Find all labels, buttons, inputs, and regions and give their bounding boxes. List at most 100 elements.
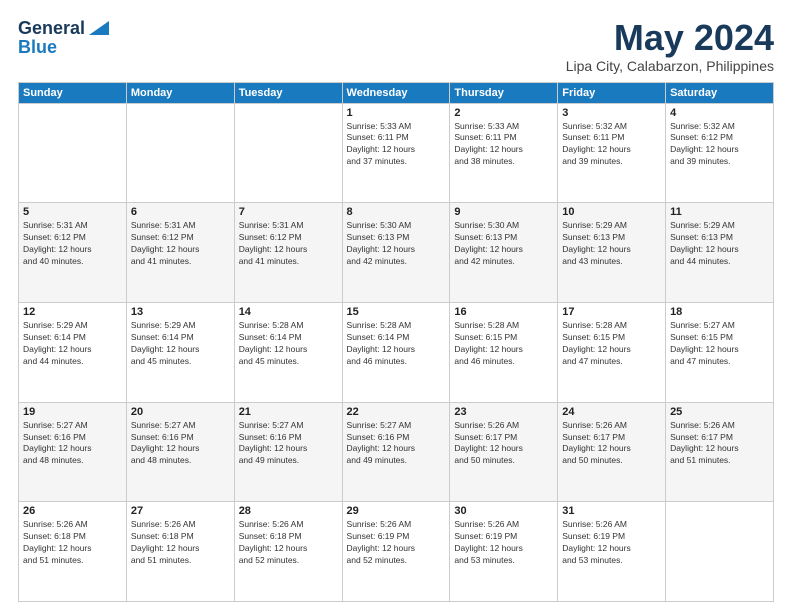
table-row: 19 Sunrise: 5:27 AMSunset: 6:16 PMDayligh… — [19, 402, 127, 502]
day-number: 23 — [454, 406, 553, 418]
header-tuesday: Tuesday — [234, 82, 342, 103]
day-info: Sunrise: 5:26 AMSunset: 6:17 PMDaylight:… — [562, 420, 661, 468]
table-row — [19, 103, 127, 203]
day-info: Sunrise: 5:26 AMSunset: 6:17 PMDaylight:… — [454, 420, 553, 468]
header-friday: Friday — [558, 82, 666, 103]
table-row: 6 Sunrise: 5:31 AMSunset: 6:12 PMDaylight… — [126, 203, 234, 303]
day-number: 9 — [454, 206, 553, 218]
table-row: 26 Sunrise: 5:26 AMSunset: 6:18 PMDayligh… — [19, 502, 127, 602]
day-number: 28 — [239, 505, 338, 517]
day-info: Sunrise: 5:28 AMSunset: 6:15 PMDaylight:… — [454, 320, 553, 368]
table-row: 31Sunrise: 5:26 AMSunset: 6:19 PMDayligh… — [558, 502, 666, 602]
day-number: 29 — [347, 505, 446, 517]
table-row: 21 Sunrise: 5:27 AMSunset: 6:16 PMDayligh… — [234, 402, 342, 502]
day-number: 2 — [454, 107, 553, 119]
table-row: 18 Sunrise: 5:27 AMSunset: 6:15 PMDayligh… — [666, 302, 774, 402]
day-info: Sunrise: 5:32 AMSunset: 6:11 PMDaylight:… — [562, 121, 661, 169]
day-number: 11 — [670, 206, 769, 218]
day-info: Sunrise: 5:26 AMSunset: 6:18 PMDaylight:… — [239, 519, 338, 567]
day-number: 15 — [347, 306, 446, 318]
day-number: 21 — [239, 406, 338, 418]
table-row: 10Sunrise: 5:29 AMSunset: 6:13 PMDayligh… — [558, 203, 666, 303]
header-wednesday: Wednesday — [342, 82, 450, 103]
day-info: Sunrise: 5:26 AMSunset: 6:18 PMDaylight:… — [23, 519, 122, 567]
table-row — [234, 103, 342, 203]
title-area: May 2024 Lipa City, Calabarzon, Philippi… — [566, 18, 774, 74]
day-info: Sunrise: 5:29 AMSunset: 6:14 PMDaylight:… — [23, 320, 122, 368]
day-info: Sunrise: 5:27 AMSunset: 6:16 PMDaylight:… — [23, 420, 122, 468]
table-row: 13 Sunrise: 5:29 AMSunset: 6:14 PMDayligh… — [126, 302, 234, 402]
calendar-header-row: Sunday Monday Tuesday Wednesday Thursday… — [19, 82, 774, 103]
table-row: 11 Sunrise: 5:29 AMSunset: 6:13 PMDayligh… — [666, 203, 774, 303]
day-number: 8 — [347, 206, 446, 218]
logo-general: General — [18, 18, 85, 39]
calendar-week-5: 26 Sunrise: 5:26 AMSunset: 6:18 PMDayligh… — [19, 502, 774, 602]
day-number: 13 — [131, 306, 230, 318]
header-monday: Monday — [126, 82, 234, 103]
table-row: 20Sunrise: 5:27 AMSunset: 6:16 PMDayligh… — [126, 402, 234, 502]
day-info: Sunrise: 5:31 AMSunset: 6:12 PMDaylight:… — [131, 220, 230, 268]
table-row: 24 Sunrise: 5:26 AMSunset: 6:17 PMDayligh… — [558, 402, 666, 502]
day-number: 24 — [562, 406, 661, 418]
day-number: 6 — [131, 206, 230, 218]
calendar-table: Sunday Monday Tuesday Wednesday Thursday… — [18, 82, 774, 602]
calendar-week-1: 1 Sunrise: 5:33 AMSunset: 6:11 PMDaylight… — [19, 103, 774, 203]
day-number: 20 — [131, 406, 230, 418]
table-row: 8 Sunrise: 5:30 AMSunset: 6:13 PMDaylight… — [342, 203, 450, 303]
day-info: Sunrise: 5:27 AMSunset: 6:15 PMDaylight:… — [670, 320, 769, 368]
day-info: Sunrise: 5:29 AMSunset: 6:13 PMDaylight:… — [670, 220, 769, 268]
day-info: Sunrise: 5:27 AMSunset: 6:16 PMDaylight:… — [239, 420, 338, 468]
day-number: 1 — [347, 107, 446, 119]
logo-triangle-icon — [87, 21, 109, 37]
day-number: 25 — [670, 406, 769, 418]
table-row: 7Sunrise: 5:31 AMSunset: 6:12 PMDaylight… — [234, 203, 342, 303]
day-info: Sunrise: 5:31 AMSunset: 6:12 PMDaylight:… — [23, 220, 122, 268]
day-number: 26 — [23, 505, 122, 517]
day-info: Sunrise: 5:26 AMSunset: 6:19 PMDaylight:… — [454, 519, 553, 567]
day-info: Sunrise: 5:26 AMSunset: 6:19 PMDaylight:… — [347, 519, 446, 567]
day-number: 27 — [131, 505, 230, 517]
day-info: Sunrise: 5:26 AMSunset: 6:18 PMDaylight:… — [131, 519, 230, 567]
table-row: 1 Sunrise: 5:33 AMSunset: 6:11 PMDaylight… — [342, 103, 450, 203]
day-info: Sunrise: 5:33 AMSunset: 6:11 PMDaylight:… — [454, 121, 553, 169]
table-row: 15Sunrise: 5:28 AMSunset: 6:14 PMDayligh… — [342, 302, 450, 402]
day-info: Sunrise: 5:28 AMSunset: 6:14 PMDaylight:… — [239, 320, 338, 368]
table-row: 5 Sunrise: 5:31 AMSunset: 6:12 PMDaylight… — [19, 203, 127, 303]
day-info: Sunrise: 5:30 AMSunset: 6:13 PMDaylight:… — [347, 220, 446, 268]
day-number: 30 — [454, 505, 553, 517]
header-thursday: Thursday — [450, 82, 558, 103]
table-row: 30 Sunrise: 5:26 AMSunset: 6:19 PMDayligh… — [450, 502, 558, 602]
table-row: 4Sunrise: 5:32 AMSunset: 6:12 PMDaylight… — [666, 103, 774, 203]
page: General Blue May 2024 Lipa City, Calabar… — [0, 0, 792, 612]
table-row — [666, 502, 774, 602]
day-number: 4 — [670, 107, 769, 119]
calendar-week-2: 5 Sunrise: 5:31 AMSunset: 6:12 PMDaylight… — [19, 203, 774, 303]
day-info: Sunrise: 5:28 AMSunset: 6:15 PMDaylight:… — [562, 320, 661, 368]
table-row: 17Sunrise: 5:28 AMSunset: 6:15 PMDayligh… — [558, 302, 666, 402]
table-row: 22Sunrise: 5:27 AMSunset: 6:16 PMDayligh… — [342, 402, 450, 502]
calendar-week-4: 19 Sunrise: 5:27 AMSunset: 6:16 PMDayligh… — [19, 402, 774, 502]
logo: General Blue — [18, 18, 109, 58]
header-sunday: Sunday — [19, 82, 127, 103]
table-row — [126, 103, 234, 203]
day-number: 18 — [670, 306, 769, 318]
table-row: 2 Sunrise: 5:33 AMSunset: 6:11 PMDaylight… — [450, 103, 558, 203]
table-row: 14Sunrise: 5:28 AMSunset: 6:14 PMDayligh… — [234, 302, 342, 402]
day-number: 5 — [23, 206, 122, 218]
table-row: 3 Sunrise: 5:32 AMSunset: 6:11 PMDaylight… — [558, 103, 666, 203]
day-info: Sunrise: 5:26 AMSunset: 6:17 PMDaylight:… — [670, 420, 769, 468]
day-number: 3 — [562, 107, 661, 119]
day-number: 19 — [23, 406, 122, 418]
day-number: 10 — [562, 206, 661, 218]
day-number: 31 — [562, 505, 661, 517]
table-row: 12Sunrise: 5:29 AMSunset: 6:14 PMDayligh… — [19, 302, 127, 402]
table-row: 29 Sunrise: 5:26 AMSunset: 6:19 PMDayligh… — [342, 502, 450, 602]
logo-blue: Blue — [18, 37, 57, 58]
table-row: 23 Sunrise: 5:26 AMSunset: 6:17 PMDayligh… — [450, 402, 558, 502]
day-number: 16 — [454, 306, 553, 318]
day-info: Sunrise: 5:29 AMSunset: 6:14 PMDaylight:… — [131, 320, 230, 368]
calendar-week-3: 12Sunrise: 5:29 AMSunset: 6:14 PMDayligh… — [19, 302, 774, 402]
day-number: 22 — [347, 406, 446, 418]
header: General Blue May 2024 Lipa City, Calabar… — [18, 18, 774, 74]
day-info: Sunrise: 5:33 AMSunset: 6:11 PMDaylight:… — [347, 121, 446, 169]
